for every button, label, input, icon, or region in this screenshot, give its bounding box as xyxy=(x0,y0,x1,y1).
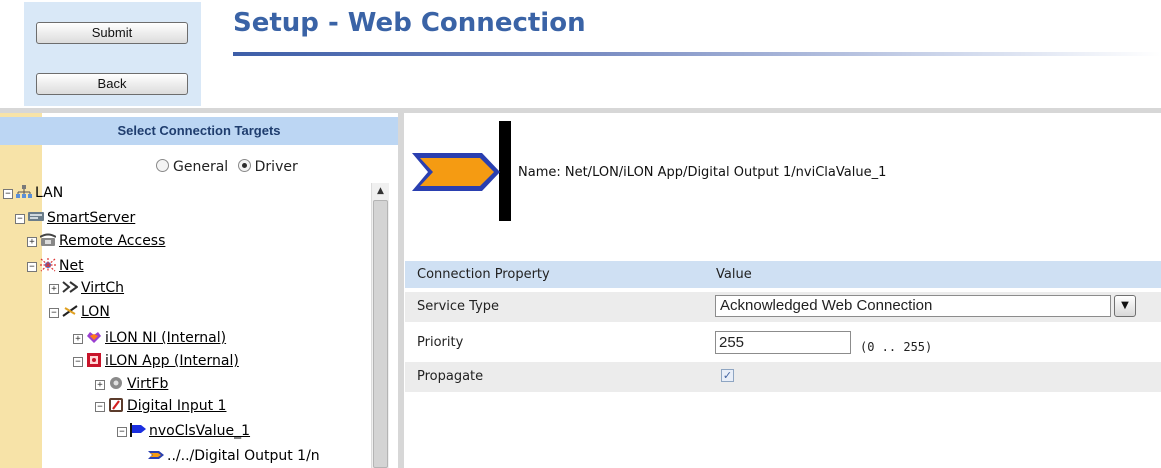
back-button[interactable]: Back xyxy=(36,73,188,95)
driver-radio-label: Driver xyxy=(254,159,298,175)
gear-icon xyxy=(108,376,124,390)
tree-item-label[interactable]: Remote Access xyxy=(59,233,165,249)
propagate-checkbox[interactable]: ✓ xyxy=(721,369,734,382)
driver-radio[interactable] xyxy=(237,159,251,172)
lon-channel-icon xyxy=(62,304,78,318)
phone-icon xyxy=(39,233,57,247)
tree-item-label[interactable]: LAN xyxy=(35,185,63,201)
chevron-down-icon[interactable]: ▼ xyxy=(1114,295,1136,317)
title-underline xyxy=(233,52,1161,56)
tree-item-label[interactable]: iLON App (Internal) xyxy=(105,353,239,369)
connection-arrow-icon xyxy=(412,121,511,221)
tree-item[interactable]: − Net xyxy=(27,258,84,278)
service-type-label: Service Type xyxy=(417,299,500,314)
collapse-toggle-icon[interactable]: − xyxy=(117,427,127,437)
connection-name: Name: Net/LON/iLON App/Digital Output 1/… xyxy=(518,165,887,180)
tree-item[interactable]: ../../Digital Output 1/n xyxy=(145,448,320,468)
tree-item[interactable]: + iLON NI (Internal) xyxy=(73,330,226,350)
tree-item[interactable]: − SmartServer xyxy=(15,210,135,230)
property-grid-header: Connection Property Value xyxy=(405,261,1161,288)
priority-input[interactable]: 255 xyxy=(715,331,851,354)
collapse-toggle-icon[interactable]: − xyxy=(73,357,83,367)
tree-item-label[interactable]: VirtFb xyxy=(127,376,168,392)
tree-item[interactable]: − nvoClsValue_1 xyxy=(117,423,250,443)
tree-item-label[interactable]: Digital Input 1 xyxy=(127,398,226,414)
tree-item[interactable]: − Digital Input 1 xyxy=(95,398,226,418)
tree-item[interactable]: − LAN xyxy=(3,185,63,205)
tree-item-label[interactable]: VirtCh xyxy=(81,280,124,296)
network-interface-icon xyxy=(86,330,102,344)
collapse-toggle-icon[interactable]: − xyxy=(95,402,105,412)
priority-range-hint: (0 .. 255) xyxy=(860,340,933,354)
tree-item[interactable]: + VirtCh xyxy=(49,280,124,300)
propagate-label: Propagate xyxy=(417,369,484,384)
collapse-toggle-icon[interactable]: − xyxy=(15,214,25,224)
net-icon xyxy=(40,258,56,272)
table-row-propagate: Propagate xyxy=(405,362,1161,392)
general-radio[interactable] xyxy=(156,159,169,172)
scroll-up-icon[interactable]: ▲ xyxy=(374,185,387,197)
collapse-toggle-icon[interactable]: − xyxy=(3,189,13,199)
tree-item[interactable]: + VirtFb xyxy=(95,376,168,396)
tree-item-label[interactable]: ../../Digital Output 1/n xyxy=(167,448,320,464)
collapse-toggle-icon[interactable]: − xyxy=(27,262,37,272)
target-mode-radios: General Driver xyxy=(156,159,298,175)
page-title: Setup - Web Connection xyxy=(233,8,586,38)
scroll-thumb[interactable] xyxy=(373,200,388,468)
collapse-toggle-icon[interactable]: − xyxy=(49,308,59,318)
connection-targets-header: Select Connection Targets xyxy=(0,117,398,145)
panel-divider[interactable] xyxy=(398,113,404,468)
priority-label: Priority xyxy=(417,335,464,350)
connection-arrow-icon xyxy=(148,448,164,462)
expand-toggle-icon[interactable]: + xyxy=(27,237,37,247)
expand-toggle-icon[interactable]: + xyxy=(49,284,59,294)
tree-item[interactable]: + Remote Access xyxy=(27,233,165,253)
frame-divider xyxy=(0,108,1161,113)
tree-item-label[interactable]: LON xyxy=(81,304,110,320)
device-icon xyxy=(86,353,102,367)
tree-item-label[interactable]: iLON NI (Internal) xyxy=(105,330,226,346)
functional-block-icon xyxy=(108,398,124,412)
left-margin-strip xyxy=(0,113,42,468)
column-header-property: Connection Property xyxy=(417,267,550,282)
tree-item[interactable]: − LON xyxy=(49,304,110,324)
general-radio-label: General xyxy=(173,159,229,175)
virtual-channel-icon xyxy=(62,280,79,294)
expand-toggle-icon[interactable]: + xyxy=(95,380,105,390)
service-type-select[interactable]: Acknowledged Web Connection xyxy=(715,295,1111,317)
output-flag-icon xyxy=(130,423,146,437)
server-icon xyxy=(28,210,44,224)
tree-item[interactable]: − iLON App (Internal) xyxy=(73,353,239,373)
action-panel: Submit Back xyxy=(24,2,201,106)
tree-item-label[interactable]: SmartServer xyxy=(47,210,135,226)
network-icon xyxy=(16,185,32,199)
tree-item-label[interactable]: nvoClsValue_1 xyxy=(149,423,250,439)
column-header-value: Value xyxy=(716,267,752,282)
expand-toggle-icon[interactable]: + xyxy=(73,334,83,344)
submit-button[interactable]: Submit xyxy=(36,22,188,44)
tree-item-label[interactable]: Net xyxy=(59,258,84,274)
